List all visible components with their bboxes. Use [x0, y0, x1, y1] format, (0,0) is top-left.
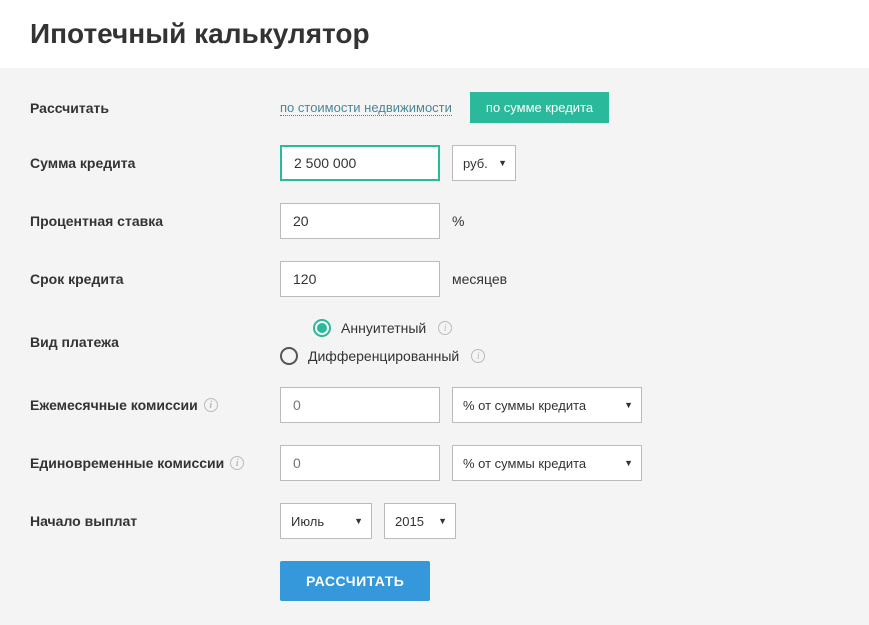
label-monthly-fee: Ежемесячные комиссии i	[30, 397, 280, 413]
info-icon[interactable]: i	[230, 456, 244, 470]
label-interest-rate: Процентная ставка	[30, 213, 280, 229]
input-credit-term[interactable]	[280, 261, 440, 297]
select-start-year[interactable]: 2015	[384, 503, 456, 539]
info-icon[interactable]: i	[471, 349, 485, 363]
radio-annuity[interactable]: Аннуитетный i	[313, 319, 452, 337]
row-onetime-fee: Единовременные комиссии i % от суммы кре…	[30, 445, 839, 481]
label-credit-amount: Сумма кредита	[30, 155, 280, 171]
tab-by-property-value[interactable]: по стоимости недвижимости	[280, 100, 452, 116]
submit-button[interactable]: РАССЧИТАТЬ	[280, 561, 430, 601]
row-payment-type: Вид платежа Аннуитетный i Дифференцирова…	[30, 319, 839, 365]
info-icon[interactable]: i	[438, 321, 452, 335]
row-monthly-fee: Ежемесячные комиссии i % от суммы кредит…	[30, 387, 839, 423]
select-onetime-fee-type[interactable]: % от суммы кредита	[452, 445, 642, 481]
select-currency[interactable]: руб.	[452, 145, 516, 181]
radio-differentiated[interactable]: Дифференцированный i	[280, 347, 485, 365]
select-monthly-fee-type[interactable]: % от суммы кредита	[452, 387, 642, 423]
label-monthly-fee-text: Ежемесячные комиссии	[30, 397, 198, 413]
info-icon[interactable]: i	[204, 398, 218, 412]
select-start-month[interactable]: Июль	[280, 503, 372, 539]
unit-percent: %	[452, 213, 464, 229]
radio-annuity-label: Аннуитетный	[341, 320, 426, 336]
input-interest-rate[interactable]	[280, 203, 440, 239]
row-start-date: Начало выплат Июль 2015	[30, 503, 839, 539]
page-title: Ипотечный калькулятор	[0, 0, 869, 68]
input-credit-amount[interactable]	[280, 145, 440, 181]
input-monthly-fee[interactable]	[280, 387, 440, 423]
label-onetime-fee-text: Единовременные комиссии	[30, 455, 224, 471]
label-credit-term: Срок кредита	[30, 271, 280, 287]
label-onetime-fee: Единовременные комиссии i	[30, 455, 280, 471]
radio-icon	[313, 319, 331, 337]
row-credit-term: Срок кредита месяцев	[30, 261, 839, 297]
row-credit-amount: Сумма кредита руб.	[30, 145, 839, 181]
unit-months: месяцев	[452, 271, 507, 287]
label-start-date: Начало выплат	[30, 513, 280, 529]
calculator-form: Рассчитать по стоимости недвижимости по …	[0, 68, 869, 625]
tab-by-credit-amount[interactable]: по сумме кредита	[470, 92, 609, 123]
radio-differentiated-label: Дифференцированный	[308, 348, 459, 364]
label-payment-type: Вид платежа	[30, 334, 280, 350]
label-calculate: Рассчитать	[30, 100, 280, 116]
input-onetime-fee[interactable]	[280, 445, 440, 481]
radio-icon	[280, 347, 298, 365]
row-calculate: Рассчитать по стоимости недвижимости по …	[30, 92, 839, 123]
row-interest-rate: Процентная ставка %	[30, 203, 839, 239]
row-submit: РАССЧИТАТЬ	[30, 561, 839, 601]
